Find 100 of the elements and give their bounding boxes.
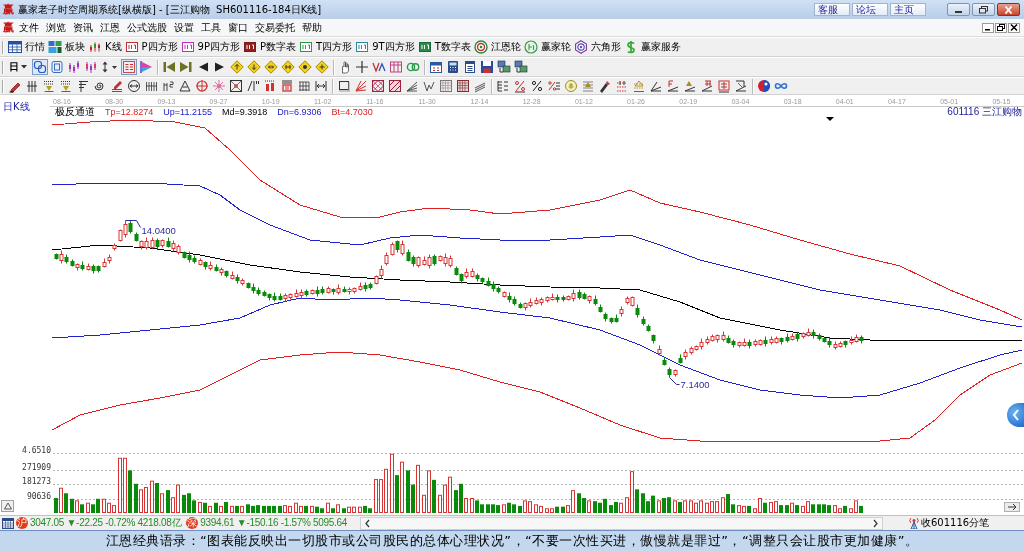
slanted-lines-icon[interactable]	[245, 78, 261, 94]
crosshair-circle-icon[interactable]	[194, 78, 210, 94]
step-bars-icon[interactable]	[160, 78, 176, 94]
pen-icon[interactable]	[597, 78, 613, 94]
diamond-icon[interactable]	[280, 59, 296, 75]
menu-item[interactable]: 交易委托	[255, 21, 295, 34]
grid-lines-icon[interactable]	[296, 78, 312, 94]
square-cross-icon[interactable]	[228, 78, 244, 94]
toolbar-button[interactable]: 板块	[47, 39, 86, 55]
candlestick-icon[interactable]	[83, 59, 99, 75]
candlestick-icon[interactable]	[66, 59, 82, 75]
toolbar-button[interactable]: P四方形	[123, 39, 179, 55]
close-button[interactable]	[1008, 22, 1020, 33]
close-button[interactable]	[997, 3, 1020, 16]
fan-lines-icon[interactable]	[353, 78, 369, 94]
toolbar-button[interactable]: 六角形	[572, 39, 622, 55]
skip-back-icon[interactable]	[161, 59, 177, 75]
minimize-button[interactable]	[982, 22, 994, 33]
toolbar-button[interactable]: 赢家轮	[522, 39, 572, 55]
toolbar-button[interactable]: 9P四方形	[179, 39, 241, 55]
horizontal-scrollbar[interactable]	[360, 516, 883, 530]
scroll-right-button[interactable]	[1004, 502, 1020, 512]
toolbar-button[interactable]: 江恩轮	[472, 39, 522, 55]
leader-line	[125, 220, 141, 228]
panel-icon[interactable]	[49, 59, 65, 75]
table-grid-icon[interactable]	[388, 59, 404, 75]
toolbar-button[interactable]: K线	[87, 39, 123, 55]
title-link-button[interactable]: 客服	[814, 3, 850, 16]
angle-lines-icon[interactable]	[665, 78, 681, 94]
vertical-lines-icon[interactable]	[24, 78, 40, 94]
document-icon[interactable]	[462, 59, 478, 75]
toolbar-button[interactable]: 行情	[7, 39, 46, 55]
app-logo: 赢	[3, 3, 14, 16]
side-panel-button[interactable]	[1007, 403, 1024, 427]
indicator-value: Bt=4.7030	[331, 107, 373, 117]
menu-item[interactable]: 设置	[174, 21, 194, 34]
candlestick-icon	[88, 40, 102, 54]
calendar-icon[interactable]	[428, 59, 444, 75]
up-down-arrow-icon[interactable]	[100, 59, 120, 75]
dashed-lines-icon[interactable]	[58, 78, 74, 94]
menu-item[interactable]: 工具	[201, 21, 221, 34]
tile-icon	[299, 40, 314, 54]
diamond-grid-icon[interactable]	[370, 78, 386, 94]
pencil-lines-icon[interactable]	[109, 78, 125, 94]
toolbar-button[interactable]: 赢家服务	[622, 39, 682, 55]
toolbar-button[interactable]: P数字表	[242, 39, 298, 55]
table-icon[interactable]	[2, 517, 14, 529]
network-icon[interactable]	[496, 59, 512, 75]
restore-button[interactable]	[995, 22, 1007, 33]
market-index-text: 3047.05 ▼-22.25 -0.72% 4218.08亿	[30, 517, 182, 529]
close-icon	[1010, 24, 1018, 31]
grid-box-icon[interactable]	[455, 78, 471, 94]
tile-icon	[124, 40, 139, 54]
diamond-icon[interactable]	[263, 59, 279, 75]
skip-forward-icon[interactable]	[178, 59, 194, 75]
triangle-icon	[3, 502, 12, 510]
tile-icon	[180, 40, 195, 54]
dashed-lines-icon[interactable]	[41, 78, 57, 94]
panel-toggle-button[interactable]	[1, 500, 14, 512]
ring-icon	[523, 40, 538, 54]
toolbar-button[interactable]: T数字表	[416, 39, 472, 55]
restore-button[interactable]	[972, 3, 995, 16]
circle-arrows-icon[interactable]	[126, 78, 142, 94]
linked-squares-icon[interactable]	[32, 59, 48, 75]
width-arrows-icon[interactable]	[313, 78, 329, 94]
period-dropdown[interactable]: 日	[7, 59, 29, 75]
menu-item[interactable]: 江恩	[100, 21, 120, 34]
menu-item[interactable]: 公式选股	[127, 21, 167, 34]
crosshair-icon[interactable]	[354, 59, 370, 75]
minimize-button[interactable]	[947, 3, 970, 16]
menu-item[interactable]: 帮助	[302, 21, 322, 34]
menu-item[interactable]: 浏览	[46, 21, 66, 34]
flag-icon[interactable]	[138, 59, 154, 75]
menu-item[interactable]: 文件	[19, 21, 39, 34]
angle-lines-icon[interactable]	[699, 78, 715, 94]
grid-box-icon[interactable]	[438, 78, 454, 94]
arrow-right-icon	[1007, 503, 1017, 511]
ball-icon[interactable]	[756, 78, 772, 94]
angle-lines-icon[interactable]	[733, 78, 749, 94]
menu-item[interactable]: 窗口	[228, 21, 248, 34]
network-icon[interactable]	[513, 59, 529, 75]
triangle-ruler-icon[interactable]	[177, 78, 193, 94]
form-icon[interactable]	[121, 59, 137, 75]
hatched-box-icon[interactable]	[387, 78, 403, 94]
diamond-icon[interactable]	[297, 59, 313, 75]
toolbar-button[interactable]: T四方形	[298, 39, 354, 55]
dashed-lines-icon[interactable]	[631, 78, 647, 94]
percent-icon[interactable]	[529, 78, 545, 94]
indicator-value: Dn=6.9306	[277, 107, 322, 117]
title-link-button[interactable]: 论坛	[852, 3, 888, 16]
ladder-lines-icon[interactable]	[495, 78, 511, 94]
menu-item[interactable]: 资讯	[73, 21, 93, 34]
hexagon-icon	[573, 40, 588, 54]
title-link-button[interactable]: 主页	[890, 3, 926, 16]
square-frame-icon[interactable]	[336, 78, 352, 94]
toolbar-button[interactable]: 9T四方形	[354, 39, 416, 55]
calculator-icon[interactable]	[445, 59, 461, 75]
coin-icon[interactable]	[563, 78, 579, 94]
triangle-marker-icon	[826, 117, 834, 121]
box-cross-icon[interactable]	[716, 78, 732, 94]
